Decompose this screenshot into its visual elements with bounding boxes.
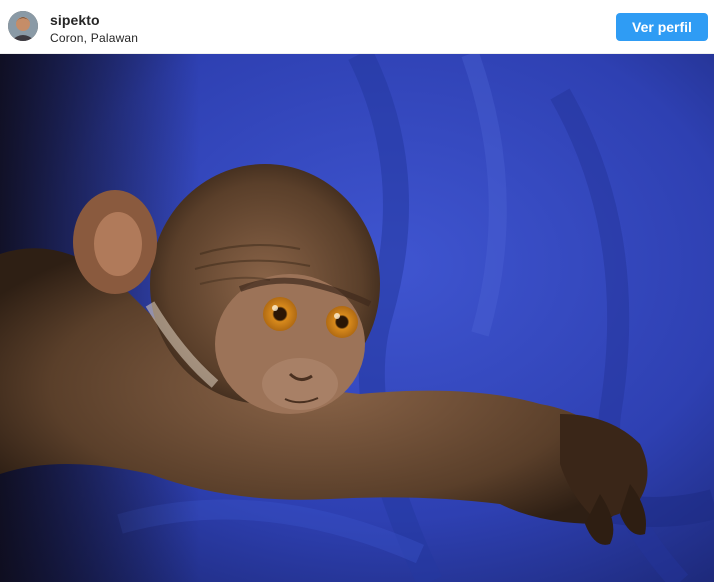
post-photo[interactable]	[0, 54, 714, 582]
avatar-image	[8, 11, 38, 41]
location[interactable]: Coron, Palawan	[50, 31, 138, 45]
user-avatar[interactable]	[8, 11, 38, 41]
username[interactable]: sipekto	[50, 12, 100, 28]
instagram-post-embed: sipekto Coron, Palawan Ver perfil	[0, 0, 714, 582]
post-header: sipekto Coron, Palawan Ver perfil	[0, 0, 714, 54]
baby-monkey-photo	[0, 54, 714, 582]
view-profile-button[interactable]: Ver perfil	[616, 13, 708, 41]
